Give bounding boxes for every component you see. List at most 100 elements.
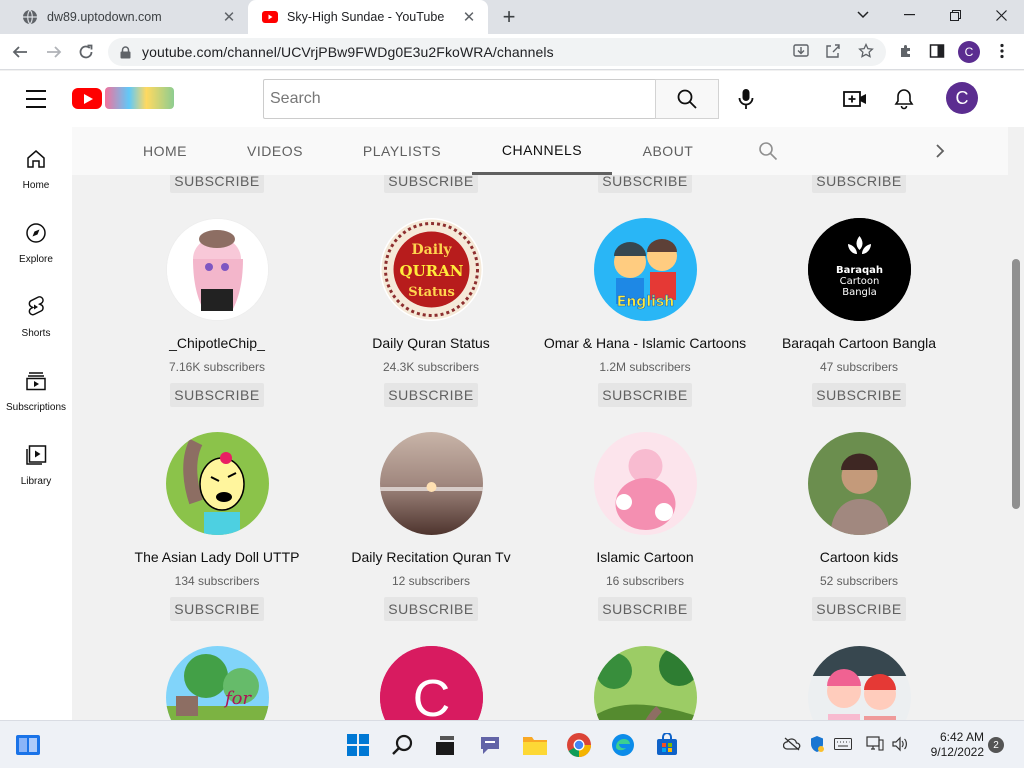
channel-avatar[interactable]: English — [593, 218, 697, 321]
close-window-button[interactable] — [978, 0, 1024, 30]
channel-card[interactable]: The Asian Lady Doll UTTP 134 subscribers — [110, 432, 324, 588]
browser-tab-uptodown[interactable]: dw89.uptodown.com ✕ — [8, 0, 248, 34]
subscribe-button[interactable]: SUBSCRIBE — [170, 597, 264, 621]
channel-name[interactable]: Islamic Cartoon — [538, 549, 752, 565]
subscribe-button[interactable]: SUBSCRIBE — [812, 383, 906, 407]
tab-search-chevron-icon[interactable] — [840, 0, 886, 30]
subscribe-button[interactable]: SUBSCRIBE — [170, 175, 264, 193]
channel-avatar[interactable]: for — [165, 646, 269, 720]
teams-chat-icon[interactable] — [476, 731, 504, 759]
close-tab-icon[interactable]: ✕ — [460, 8, 478, 26]
channel-card[interactable]: for — [110, 646, 324, 720]
subscribe-button[interactable]: SUBSCRIBE — [384, 175, 478, 193]
subscribe-button[interactable]: SUBSCRIBE — [170, 383, 264, 407]
widgets-icon[interactable] — [14, 731, 42, 759]
channel-avatar[interactable] — [807, 432, 911, 535]
close-tab-icon[interactable]: ✕ — [220, 8, 238, 26]
chrome-icon[interactable] — [565, 731, 593, 759]
browser-profile-avatar[interactable]: C — [958, 41, 980, 63]
bookmark-star-icon[interactable] — [855, 40, 877, 62]
tab-about[interactable]: ABOUT — [632, 127, 704, 175]
reload-icon[interactable] — [72, 38, 100, 66]
back-arrow-icon[interactable] — [6, 38, 34, 66]
channel-card[interactable]: Daily QURAN Status Daily Quran Status 24… — [324, 218, 538, 374]
channel-card[interactable]: C — [324, 646, 538, 720]
channel-avatar[interactable] — [807, 646, 911, 720]
share-icon[interactable] — [822, 40, 844, 62]
channel-card[interactable]: Islamic Cartoon 16 subscribers — [538, 432, 752, 588]
tab-home[interactable]: HOME — [128, 127, 202, 175]
notification-count-badge[interactable]: 2 — [988, 737, 1004, 753]
search-icon[interactable] — [389, 731, 417, 759]
guide-item-home[interactable]: Home — [0, 127, 72, 201]
account-avatar[interactable]: C — [946, 82, 978, 114]
tab-playlists[interactable]: PLAYLISTS — [350, 127, 454, 175]
network-icon[interactable] — [866, 735, 884, 753]
extensions-puzzle-icon[interactable] — [895, 40, 917, 62]
forward-arrow-icon[interactable] — [40, 38, 68, 66]
channel-avatar[interactable] — [593, 646, 697, 720]
lock-icon[interactable] — [118, 45, 132, 59]
channel-card[interactable] — [538, 646, 752, 720]
channel-card[interactable]: English Omar & Hana - Islamic Cartoons 1… — [538, 218, 752, 374]
tab-channels[interactable]: CHANNELS — [472, 127, 612, 175]
channel-avatar[interactable]: Baraqah Cartoon Bangla — [807, 218, 911, 321]
restore-button[interactable] — [932, 0, 978, 30]
youtube-logo[interactable] — [72, 85, 174, 111]
security-shield-icon[interactable] — [808, 735, 826, 753]
tab-videos[interactable]: VIDEOS — [234, 127, 316, 175]
page-scrollbar[interactable] — [1008, 127, 1024, 720]
subscribe-button[interactable]: SUBSCRIBE — [598, 175, 692, 193]
windows-start-icon[interactable] — [344, 731, 372, 759]
new-tab-button[interactable]: + — [496, 4, 522, 30]
guide-item-explore[interactable]: Explore — [0, 201, 72, 275]
channel-name[interactable]: Daily Quran Status — [324, 335, 538, 351]
guide-item-library[interactable]: Library — [0, 423, 72, 497]
voice-search-mic-icon[interactable] — [730, 83, 762, 115]
browser-tab-youtube[interactable]: Sky-High Sundae - YouTube ✕ — [248, 0, 488, 34]
channel-card[interactable]: Cartoon kids 52 subscribers — [752, 432, 966, 588]
onedrive-offline-icon[interactable] — [783, 735, 801, 753]
edge-icon[interactable] — [609, 731, 637, 759]
file-explorer-icon[interactable] — [521, 731, 549, 759]
channel-name[interactable]: Omar & Hana - Islamic Cartoons — [538, 335, 752, 351]
create-video-icon[interactable] — [839, 83, 871, 115]
channel-avatar[interactable] — [165, 218, 269, 321]
install-app-icon[interactable] — [790, 40, 812, 62]
guide-menu-icon[interactable] — [22, 87, 50, 111]
subscribe-button[interactable]: SUBSCRIBE — [812, 175, 906, 193]
notifications-bell-icon[interactable] — [888, 83, 920, 115]
chevron-right-icon[interactable] — [928, 139, 952, 163]
channel-card[interactable]: Daily Recitation Quran Tv 12 subscribers — [324, 432, 538, 588]
subscribe-button[interactable]: SUBSCRIBE — [598, 597, 692, 621]
channel-card[interactable]: Baraqah Cartoon Bangla Baraqah Cartoon B… — [752, 218, 966, 374]
channel-avatar[interactable]: Daily QURAN Status — [379, 218, 483, 321]
channel-search-icon[interactable] — [756, 139, 780, 163]
subscribe-button[interactable]: SUBSCRIBE — [384, 597, 478, 621]
guide-item-shorts[interactable]: Shorts — [0, 275, 72, 349]
keyboard-icon[interactable] — [834, 735, 852, 753]
channel-avatar[interactable] — [379, 432, 483, 535]
subscribe-button[interactable]: SUBSCRIBE — [812, 597, 906, 621]
channel-name[interactable]: The Asian Lady Doll UTTP — [110, 549, 324, 565]
system-clock[interactable]: 6:42 AM 9/12/2022 — [916, 730, 984, 760]
channel-name[interactable]: Baraqah Cartoon Bangla — [752, 335, 966, 351]
channel-name[interactable]: _ChipotleChip_ — [110, 335, 324, 351]
volume-icon[interactable] — [891, 735, 909, 753]
channel-avatar[interactable]: C — [379, 646, 483, 720]
scrollbar-thumb[interactable] — [1012, 259, 1020, 509]
channel-name[interactable]: Daily Recitation Quran Tv — [324, 549, 538, 565]
channel-card[interactable]: _ChipotleChip_ 7.16K subscribers — [110, 218, 324, 374]
channel-avatar[interactable] — [165, 432, 269, 535]
search-button[interactable] — [655, 79, 719, 119]
browser-menu-icon[interactable] — [991, 40, 1013, 62]
address-bar[interactable]: youtube.com/channel/UCVrjPBw9FWDg0E3u2Fk… — [108, 38, 886, 66]
guide-item-subscriptions[interactable]: Subscriptions — [0, 349, 72, 423]
task-view-icon[interactable] — [431, 731, 459, 759]
minimize-button[interactable] — [886, 0, 932, 30]
channel-name[interactable]: Cartoon kids — [752, 549, 966, 565]
subscribe-button[interactable]: SUBSCRIBE — [384, 383, 478, 407]
subscribe-button[interactable]: SUBSCRIBE — [598, 383, 692, 407]
channel-card[interactable] — [752, 646, 966, 720]
channel-avatar[interactable] — [593, 432, 697, 535]
